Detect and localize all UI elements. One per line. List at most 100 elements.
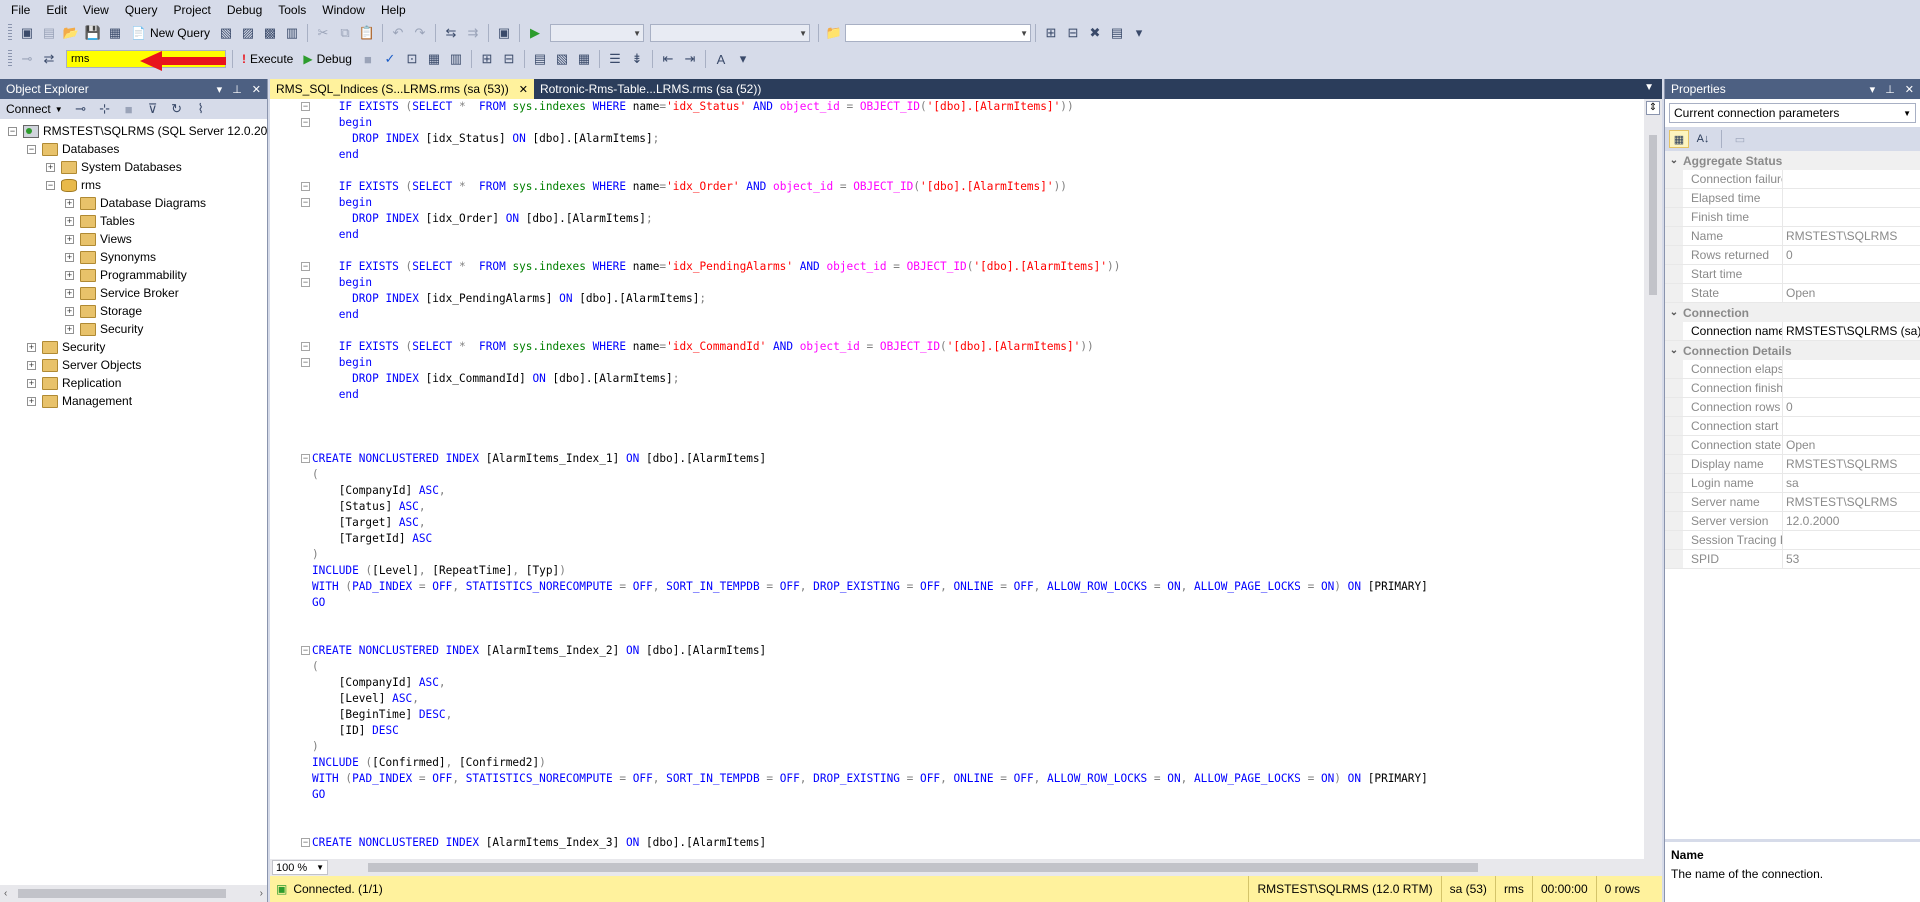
- tree-node-server-objects[interactable]: + Server Objects: [0, 356, 267, 374]
- code-line[interactable]: [CompanyId] ASC,: [312, 483, 1428, 499]
- fold-toggle-icon[interactable]: −: [301, 838, 310, 847]
- code-line[interactable]: [BeginTime] DESC,: [312, 707, 1428, 723]
- redo-icon[interactable]: ↷: [410, 23, 430, 43]
- menu-window[interactable]: Window: [314, 0, 373, 20]
- navigate-icon[interactable]: ⇆: [441, 23, 461, 43]
- horizontal-scrollbar[interactable]: ‹ ›: [0, 885, 267, 902]
- property-row[interactable]: Connection finish: [1665, 379, 1920, 398]
- specify-values-icon[interactable]: A: [711, 49, 731, 69]
- code-line[interactable]: [Status] ASC,: [312, 499, 1428, 515]
- property-category[interactable]: ⌄ Connection Details: [1665, 341, 1920, 360]
- expand-icon[interactable]: +: [27, 360, 36, 370]
- stop-icon[interactable]: ■: [119, 99, 139, 119]
- cancel-query-icon[interactable]: ■: [358, 49, 378, 69]
- collapse-icon[interactable]: −: [8, 126, 17, 136]
- expand-icon[interactable]: +: [65, 198, 74, 208]
- fold-toggle-icon[interactable]: −: [301, 358, 310, 367]
- collapse-icon[interactable]: ⌄: [1665, 345, 1683, 356]
- property-row[interactable]: Elapsed time: [1665, 189, 1920, 208]
- scroll-thumb[interactable]: [1649, 135, 1657, 295]
- collapse-icon[interactable]: ⌄: [1665, 307, 1683, 318]
- window-position-icon[interactable]: ▾: [1870, 83, 1876, 96]
- property-row[interactable]: Start time: [1665, 265, 1920, 284]
- property-row[interactable]: Display name RMSTEST\SQLRMS: [1665, 455, 1920, 474]
- expand-icon[interactable]: +: [65, 216, 74, 226]
- zoom-combo[interactable]: 100 % ▼: [272, 860, 328, 875]
- intellisense-icon[interactable]: ▥: [446, 49, 466, 69]
- expand-icon[interactable]: +: [65, 234, 74, 244]
- code-line[interactable]: end: [312, 227, 1428, 243]
- save-icon[interactable]: 💾: [83, 23, 103, 43]
- fold-toggle-icon[interactable]: −: [301, 262, 310, 271]
- menu-tools[interactable]: Tools: [270, 0, 314, 20]
- debug-button[interactable]: ▶ Debug: [298, 49, 357, 69]
- scroll-left-icon[interactable]: ‹: [4, 888, 7, 899]
- property-row[interactable]: Server version 12.0.2000: [1665, 512, 1920, 531]
- solution-platform-combo[interactable]: ▼: [649, 24, 810, 42]
- display-estimated-plan-icon[interactable]: ⊡: [402, 49, 422, 69]
- collapse-icon[interactable]: ⌄: [1665, 155, 1683, 166]
- collapse-icon[interactable]: −: [27, 144, 36, 154]
- property-category[interactable]: ⌄ Connection: [1665, 303, 1920, 322]
- find-combo[interactable]: ▼: [844, 24, 1031, 42]
- new-project-icon[interactable]: ▣: [17, 23, 37, 43]
- menu-edit[interactable]: Edit: [38, 0, 75, 20]
- tree-node-service-broker[interactable]: + Service Broker: [0, 284, 267, 302]
- uncomment-icon[interactable]: ⇟: [627, 49, 647, 69]
- code-line[interactable]: CREATE NONCLUSTERED INDEX [AlarmItems_In…: [312, 643, 1428, 659]
- code-line[interactable]: [312, 435, 1428, 451]
- code-line[interactable]: ): [312, 547, 1428, 563]
- start-debug-icon[interactable]: ▶: [525, 23, 545, 43]
- categorized-icon[interactable]: ▦: [1669, 130, 1689, 148]
- property-row[interactable]: Finish time: [1665, 208, 1920, 227]
- code-line[interactable]: DROP INDEX [idx_Order] ON [dbo].[AlarmIt…: [312, 211, 1428, 227]
- code-line[interactable]: DROP INDEX [idx_Status] ON [dbo].[AlarmI…: [312, 131, 1428, 147]
- code-line[interactable]: end: [312, 387, 1428, 403]
- fold-toggle-icon[interactable]: −: [301, 278, 310, 287]
- property-row[interactable]: Session Tracing ID: [1665, 531, 1920, 550]
- collapse-icon[interactable]: −: [46, 180, 55, 190]
- code-line[interactable]: [312, 419, 1428, 435]
- code-line[interactable]: IF EXISTS (SELECT * FROM sys.indexes WHE…: [312, 339, 1428, 355]
- fold-toggle-icon[interactable]: −: [301, 342, 310, 351]
- expand-icon[interactable]: +: [65, 252, 74, 262]
- query-designer-icon[interactable]: ▦: [424, 49, 444, 69]
- expand-icon[interactable]: +: [65, 324, 74, 334]
- tree-node-rmstest-sqlrms-sql-server-12-0-2000[interactable]: − RMSTEST\SQLRMS (SQL Server 12.0.2000: [0, 122, 267, 140]
- add-item-icon[interactable]: ▤: [39, 23, 59, 43]
- db-engine-query-icon[interactable]: ▧: [216, 23, 236, 43]
- toolbox-icon[interactable]: ✖: [1085, 23, 1105, 43]
- code-line[interactable]: INCLUDE ([Confirmed], [Confirmed2]): [312, 755, 1428, 771]
- code-line[interactable]: DROP INDEX [idx_PendingAlarms] ON [dbo].…: [312, 291, 1428, 307]
- pin-icon[interactable]: ⊥: [1885, 83, 1895, 96]
- expand-icon[interactable]: +: [65, 270, 74, 280]
- analysis-query-icon[interactable]: ▨: [238, 23, 258, 43]
- tree-node-views[interactable]: + Views: [0, 230, 267, 248]
- code-line[interactable]: [312, 323, 1428, 339]
- fold-toggle-icon[interactable]: −: [301, 118, 310, 127]
- close-icon[interactable]: ✕: [1905, 83, 1914, 96]
- change-connection-icon[interactable]: ⇄: [39, 49, 59, 69]
- live-query-stats-icon[interactable]: ⊟: [499, 49, 519, 69]
- tab-rotronic-rms-table[interactable]: Rotronic-Rms-Table...LRMS.rms (sa (52)): [534, 79, 767, 99]
- code-line[interactable]: end: [312, 307, 1428, 323]
- scroll-thumb[interactable]: [18, 889, 226, 898]
- horizontal-scroll-thumb[interactable]: [368, 863, 1478, 872]
- fold-toggle-icon[interactable]: −: [301, 646, 310, 655]
- menu-project[interactable]: Project: [166, 0, 219, 20]
- code-line[interactable]: [312, 403, 1428, 419]
- increase-indent-icon[interactable]: ⇥: [680, 49, 700, 69]
- cut-icon[interactable]: ✂: [313, 23, 333, 43]
- code-line[interactable]: end: [312, 147, 1428, 163]
- results-to-grid-icon[interactable]: ▦: [574, 49, 594, 69]
- code-line[interactable]: [312, 803, 1428, 819]
- connect-icon[interactable]: ⊸: [17, 49, 37, 69]
- code-line[interactable]: WITH (PAD_INDEX = OFF, STATISTICS_NORECO…: [312, 579, 1428, 595]
- tree-node-system-databases[interactable]: + System Databases: [0, 158, 267, 176]
- code-line[interactable]: IF EXISTS (SELECT * FROM sys.indexes WHE…: [312, 179, 1428, 195]
- toolbar-options-icon[interactable]: ▾: [1129, 23, 1149, 43]
- window-position-icon[interactable]: ▾: [217, 83, 223, 96]
- menu-file[interactable]: File: [3, 0, 38, 20]
- toolbar-options-icon[interactable]: ▾: [733, 49, 753, 69]
- tree-node-programmability[interactable]: + Programmability: [0, 266, 267, 284]
